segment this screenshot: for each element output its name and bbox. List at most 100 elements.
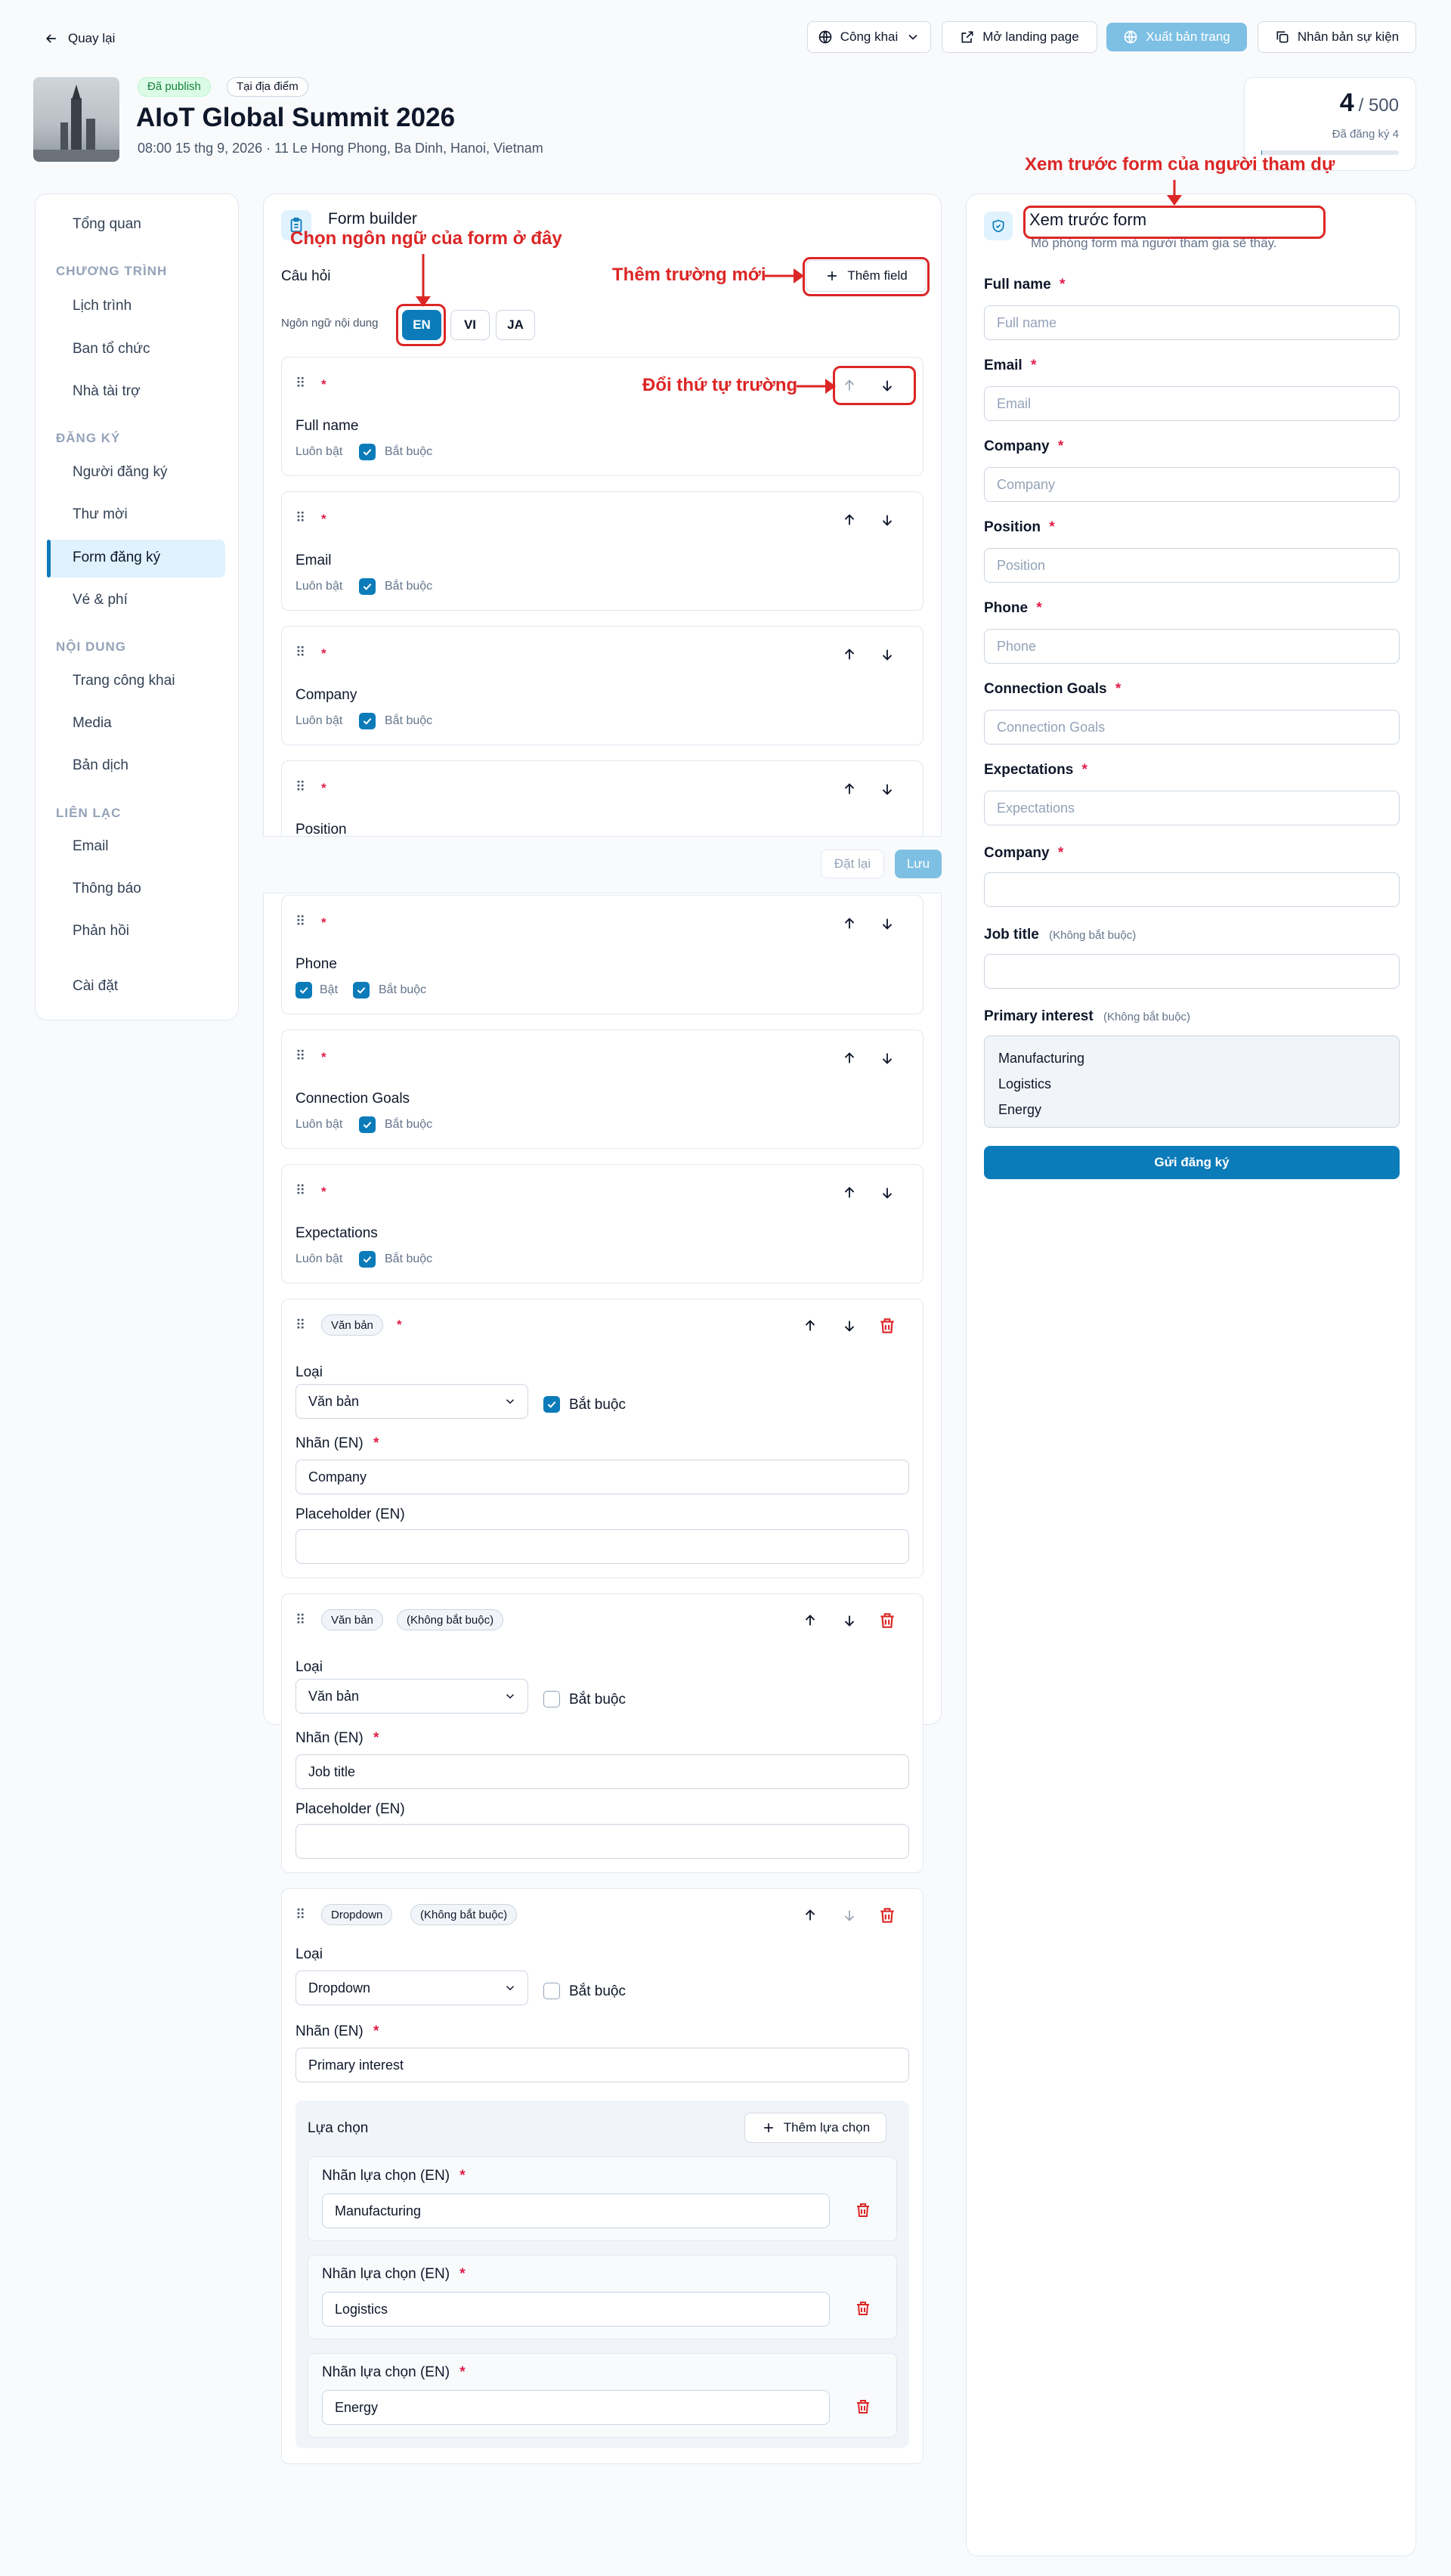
move-down-button[interactable] [874,776,900,802]
preview-field-input[interactable]: Expectations [984,791,1400,825]
trash-icon[interactable] [854,2398,872,2416]
sidebar-item-organizers[interactable]: Ban tổ chức [73,341,150,358]
preview-field-input[interactable]: Position [984,548,1400,583]
required-checkbox[interactable] [543,1983,560,1999]
back-button[interactable]: Quay lại [44,27,115,50]
drag-handle-icon[interactable]: ⠿ [295,779,305,795]
placeholder-en-input[interactable] [295,1529,909,1564]
sidebar-item-reg-form[interactable]: Form đăng ký [73,550,160,566]
reset-button[interactable]: Đặt lại [821,850,884,878]
move-down-button[interactable] [874,1180,900,1206]
sidebar-item-registrants[interactable]: Người đăng ký [73,464,168,481]
option-input[interactable]: Manufacturing [322,2194,830,2228]
export-button[interactable]: Xuất bản trang [1106,23,1247,51]
preview-field-input[interactable]: Connection Goals [984,710,1400,745]
move-down-button-disabled[interactable] [837,1903,862,1928]
move-up-button[interactable] [837,642,862,667]
enabled-checkbox[interactable] [295,982,312,999]
move-up-button[interactable] [837,911,862,937]
preview-field-input[interactable]: Company [984,467,1400,502]
sidebar-item-public-page[interactable]: Trang công khai [73,673,175,689]
sidebar-item-settings[interactable]: Cài đặt [73,978,118,995]
lang-vi-button[interactable]: VI [450,310,490,340]
move-down-button[interactable] [874,1045,900,1071]
trash-icon[interactable] [854,2299,872,2317]
submit-registration-button[interactable]: Gửi đăng ký [984,1146,1400,1179]
move-down-button[interactable] [837,1313,862,1339]
lang-ja-button[interactable]: JA [496,310,535,340]
trash-icon[interactable] [877,1316,897,1336]
move-up-button[interactable] [797,1903,823,1928]
required-checkbox[interactable] [543,1691,560,1708]
sidebar-item-invitations[interactable]: Thư mời [73,506,128,523]
move-down-button[interactable] [874,642,900,667]
sidebar-item-tickets[interactable]: Vé & phí [73,592,128,608]
field-card-phone: ⠿ * Phone Bật Bắt buộc [281,895,924,1014]
move-up-button[interactable] [837,776,862,802]
required-star: * [321,646,326,661]
drag-handle-icon[interactable]: ⠿ [295,1907,305,1923]
sidebar-item-feedback[interactable]: Phản hồi [73,923,129,940]
move-down-button[interactable] [874,911,900,937]
arrow-up-icon [805,1320,815,1331]
move-up-button[interactable] [797,1608,823,1633]
drag-handle-icon[interactable]: ⠿ [295,376,305,392]
listbox-option[interactable]: Energy [998,1097,1385,1122]
move-up-button[interactable] [837,1180,862,1206]
trash-icon[interactable] [877,1906,897,1925]
required-checkbox[interactable] [353,982,370,999]
preview-field-input[interactable]: Full name [984,305,1400,340]
drag-handle-icon[interactable]: ⠿ [295,510,305,526]
save-button[interactable]: Lưu [895,850,942,878]
label-en-input[interactable]: Job title [295,1754,909,1789]
required-checkbox[interactable] [359,578,376,595]
required-checkbox[interactable] [543,1396,560,1413]
drag-handle-icon[interactable]: ⠿ [295,1048,305,1064]
drag-handle-icon[interactable]: ⠿ [295,1612,305,1628]
sidebar-item-notifications[interactable]: Thông báo [73,881,141,897]
location-badge: Tại địa điểm [227,77,308,97]
label-en-input[interactable]: Primary interest [295,2048,909,2082]
drag-handle-icon[interactable]: ⠿ [295,1317,305,1333]
drag-handle-icon[interactable]: ⠿ [295,1183,305,1199]
preview-input-job-title[interactable] [984,954,1400,989]
option-input[interactable]: Energy [322,2390,830,2425]
placeholder-en-input[interactable] [295,1824,909,1859]
sidebar-item-media[interactable]: Media [73,715,112,732]
type-select[interactable]: Văn bản [295,1679,528,1714]
required-checkbox[interactable] [359,713,376,729]
required-checkbox[interactable] [359,1251,376,1268]
option-input[interactable]: Logistics [322,2292,830,2327]
add-option-button[interactable]: Thêm lựa chọn [744,2113,886,2143]
trash-icon[interactable] [854,2201,872,2219]
label-en-input[interactable]: Company [295,1460,909,1494]
preview-field-input[interactable]: Email [984,386,1400,421]
sidebar-item-schedule[interactable]: Lịch trình [73,298,131,314]
move-up-button[interactable] [837,507,862,533]
visibility-select[interactable]: Công khai [807,21,931,53]
required-checkbox[interactable] [359,1116,376,1133]
preview-field-input[interactable]: Phone [984,629,1400,664]
preview-input-company-custom[interactable] [984,872,1400,907]
move-down-button[interactable] [874,507,900,533]
sidebar-section-program: CHƯƠNG TRÌNH [56,264,168,278]
move-up-button[interactable] [797,1313,823,1339]
trash-icon[interactable] [877,1611,897,1630]
sidebar-item-translation[interactable]: Bản dịch [73,757,128,774]
required-checkbox[interactable] [359,444,376,460]
drag-handle-icon[interactable]: ⠿ [295,645,305,661]
listbox-option[interactable]: Logistics [998,1071,1385,1097]
move-up-button[interactable] [837,1045,862,1071]
sidebar-item-email[interactable]: Email [73,838,109,855]
type-select[interactable]: Dropdown [295,1971,528,2005]
sidebar-item-sponsors[interactable]: Nhà tài trợ [73,383,141,400]
preview-listbox-primary-interest[interactable]: Manufacturing Logistics Energy [984,1036,1400,1128]
listbox-option[interactable]: Manufacturing [998,1045,1385,1071]
type-select[interactable]: Văn bản [295,1384,528,1419]
arrow-up-icon [844,514,855,525]
sidebar-item-overview[interactable]: Tổng quan [73,216,141,233]
drag-handle-icon[interactable]: ⠿ [295,914,305,930]
move-down-button[interactable] [837,1608,862,1633]
open-landing-button[interactable]: Mở landing page [942,21,1097,53]
duplicate-event-button[interactable]: Nhân bản sự kiện [1258,21,1416,53]
